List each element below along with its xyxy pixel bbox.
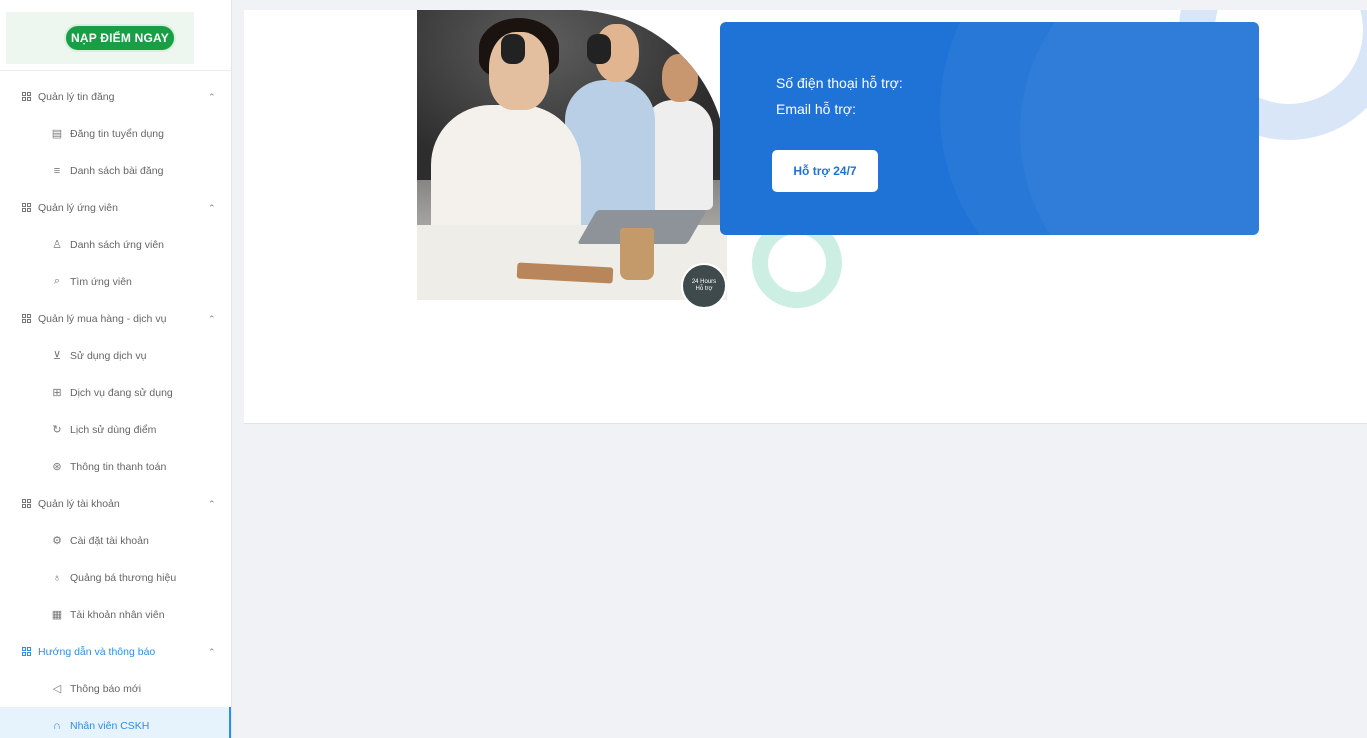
menu-item-label: Tài khoản nhân viên bbox=[70, 608, 165, 621]
grid-icon bbox=[22, 313, 32, 324]
menu-item-staff-accounts[interactable]: ▦ Tài khoản nhân viên bbox=[0, 596, 231, 633]
menu-item-payment-info[interactable]: ⊛ Thông tin thanh toán bbox=[0, 448, 231, 485]
support-card: 24 Hours Hỗ trợ Số điện thoại hỗ trợ: Em… bbox=[244, 10, 1367, 424]
support-phone-label: Số điện thoại hỗ trợ: bbox=[776, 75, 903, 91]
menu-item-label: Thông tin thanh toán bbox=[70, 460, 167, 473]
chevron-up-icon: ⌃ bbox=[208, 499, 216, 509]
sidebar-menu: Quản lý tin đăng ⌃ ▤ Đăng tin tuyển dụng… bbox=[0, 78, 231, 738]
menu-group-account[interactable]: Quản lý tài khoản ⌃ bbox=[0, 485, 231, 522]
cart-icon: ⊻ bbox=[52, 350, 62, 362]
support-24-7-button[interactable]: Hỗ trợ 24/7 bbox=[772, 150, 878, 192]
menu-group-label: Quản lý mua hàng - dịch vụ bbox=[38, 312, 167, 325]
menu-item-label: Danh sách ứng viên bbox=[70, 238, 165, 251]
grid-icon bbox=[22, 646, 32, 657]
menu-item-post-job[interactable]: ▤ Đăng tin tuyển dụng bbox=[0, 115, 231, 152]
menu-item-use-service[interactable]: ⊻ Sử dụng dịch vụ bbox=[0, 337, 231, 374]
menu-item-customer-care[interactable]: ∩ Nhân viên CSKH bbox=[0, 707, 231, 738]
support-24h-badge: 24 Hours Hỗ trợ bbox=[681, 263, 727, 309]
badge-line-2: Hỗ trợ bbox=[695, 286, 713, 292]
document-icon: ▤ bbox=[51, 128, 63, 140]
sidebar-divider bbox=[0, 70, 231, 71]
menu-item-label: Thông báo mới bbox=[70, 682, 142, 695]
grid-icon bbox=[22, 91, 32, 102]
list-icon: ≡ bbox=[53, 164, 61, 177]
menu-group-label: Quản lý ứng viên bbox=[38, 201, 118, 214]
menu-item-points-history[interactable]: ↻ Lịch sử dùng điểm bbox=[0, 411, 231, 448]
menu-group-purchases[interactable]: Quản lý mua hàng - dịch vụ ⌃ bbox=[0, 300, 231, 337]
megaphone-icon: ◁ bbox=[52, 683, 62, 695]
menu-item-candidate-list[interactable]: ♙ Danh sách ứng viên bbox=[0, 226, 231, 263]
chevron-up-icon: ⌃ bbox=[208, 314, 216, 324]
menu-item-label: Quảng bá thương hiệu bbox=[70, 571, 177, 584]
menu-item-label: Tìm ứng viên bbox=[70, 275, 132, 288]
menu-item-brand-promotion[interactable]: ♁ Quảng bá thương hiệu bbox=[0, 559, 231, 596]
support-info-panel: Số điện thoại hỗ trợ: Email hỗ trợ: Hỗ t… bbox=[720, 22, 1259, 235]
chevron-up-icon: ⌃ bbox=[208, 92, 216, 102]
menu-group-job-posts[interactable]: Quản lý tin đăng ⌃ bbox=[0, 78, 231, 115]
chevron-up-icon: ⌃ bbox=[208, 203, 216, 213]
menu-item-label: Cài đặt tài khoản bbox=[70, 534, 149, 547]
menu-group-label: Quản lý tin đăng bbox=[38, 90, 115, 103]
chevron-up-icon: ⌃ bbox=[208, 647, 216, 657]
menu-item-find-candidate[interactable]: ⌕ Tìm ứng viên bbox=[0, 263, 231, 300]
menu-item-label: Lịch sử dùng điểm bbox=[70, 423, 157, 436]
menu-item-account-settings[interactable]: ⚙ Cài đặt tài khoản bbox=[0, 522, 231, 559]
user-settings-icon: ⚙ bbox=[52, 535, 62, 547]
menu-item-active-services[interactable]: ⊞ Dịch vụ đang sử dụng bbox=[0, 374, 231, 411]
support-email-label: Email hỗ trợ: bbox=[776, 101, 856, 117]
headset-icon: ∩ bbox=[53, 719, 61, 732]
payment-icon: ⊛ bbox=[52, 461, 62, 473]
user-icon: ♙ bbox=[52, 239, 62, 251]
menu-item-label: Danh sách bài đăng bbox=[70, 164, 164, 177]
menu-item-label: Dịch vụ đang sử dụng bbox=[70, 386, 173, 399]
topup-button[interactable]: NẠP ĐIỂM NGAY bbox=[64, 24, 176, 52]
menu-group-candidates[interactable]: Quản lý ứng viên ⌃ bbox=[0, 189, 231, 226]
menu-item-label: Sử dụng dịch vụ bbox=[70, 349, 147, 362]
search-icon: ⌕ bbox=[53, 275, 61, 287]
service-icon: ⊞ bbox=[52, 387, 62, 399]
menu-group-label: Quản lý tài khoản bbox=[38, 497, 120, 510]
staff-icon: ▦ bbox=[51, 609, 63, 621]
history-icon: ↻ bbox=[52, 424, 62, 436]
menu-item-label: Nhân viên CSKH bbox=[70, 719, 150, 732]
brand-icon: ♁ bbox=[52, 571, 62, 584]
topup-panel: NẠP ĐIỂM NGAY bbox=[6, 12, 194, 64]
menu-item-label: Đăng tin tuyển dụng bbox=[70, 127, 164, 140]
menu-item-post-list[interactable]: ≡ Danh sách bài đăng bbox=[0, 152, 231, 189]
menu-group-guides[interactable]: Hướng dẫn và thông báo ⌃ bbox=[0, 633, 231, 670]
customer-care-image bbox=[417, 10, 727, 300]
menu-item-new-notifications[interactable]: ◁ Thông báo mới bbox=[0, 670, 231, 707]
sidebar: NẠP ĐIỂM NGAY Quản lý tin đăng ⌃ ▤ Đăng … bbox=[0, 0, 232, 738]
badge-line-1: 24 Hours bbox=[691, 279, 717, 285]
grid-icon bbox=[22, 202, 32, 213]
menu-group-label: Hướng dẫn và thông báo bbox=[38, 645, 156, 658]
grid-icon bbox=[22, 498, 32, 509]
